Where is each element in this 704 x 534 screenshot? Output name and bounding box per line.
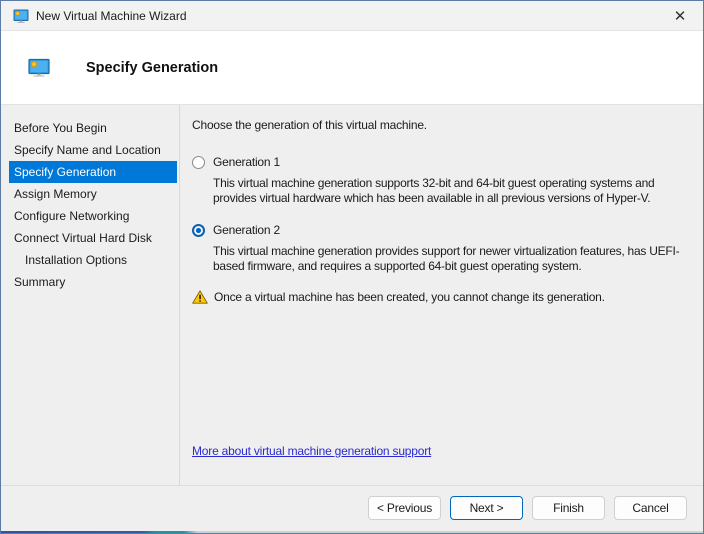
sidebar-item-configure-networking[interactable]: Configure Networking [9, 205, 177, 227]
wizard-steps-sidebar: Before You Begin Specify Name and Locati… [1, 105, 180, 485]
generation-2-description: This virtual machine generation provides… [213, 244, 680, 273]
warning-triangle-icon [192, 290, 208, 304]
generation-2-label[interactable]: Generation 2 [213, 223, 280, 237]
sidebar-item-before-you-begin[interactable]: Before You Begin [9, 117, 177, 139]
window-title: New Virtual Machine Wizard [36, 8, 187, 23]
wizard-header: Specify Generation [1, 31, 703, 105]
generation-1-label[interactable]: Generation 1 [213, 155, 280, 169]
page-title: Specify Generation [86, 59, 219, 76]
close-icon[interactable]: ✕ [667, 4, 693, 28]
sidebar-item-assign-memory[interactable]: Assign Memory [9, 183, 177, 205]
instruction-text: Choose the generation of this virtual ma… [192, 118, 427, 132]
generation-2-option[interactable]: Generation 2 [192, 223, 693, 237]
sidebar-item-installation-options[interactable]: Installation Options [9, 249, 177, 271]
wizard-window: New Virtual Machine Wizard ✕ Specify Gen… [0, 0, 704, 534]
wizard-footer: < Previous Next > Finish Cancel [1, 485, 703, 533]
title-bar[interactable]: New Virtual Machine Wizard ✕ [1, 1, 703, 31]
warning-note: Once a virtual machine has been created,… [192, 289, 693, 305]
sidebar-item-connect-virtual-hard-disk[interactable]: Connect Virtual Hard Disk [9, 227, 177, 249]
window-bottom-accent [1, 531, 703, 533]
vm-monitor-icon [28, 58, 50, 78]
previous-button[interactable]: < Previous [368, 495, 441, 520]
finish-button[interactable]: Finish [532, 495, 605, 520]
next-button[interactable]: Next > [450, 495, 523, 520]
vm-monitor-icon [13, 8, 29, 24]
sidebar-item-summary[interactable]: Summary [9, 271, 177, 293]
radio-unselected-icon[interactable] [192, 155, 205, 169]
generation-1-description: This virtual machine generation supports… [213, 176, 655, 205]
help-link-row: More about virtual machine generation su… [192, 444, 693, 471]
cancel-button[interactable]: Cancel [614, 495, 687, 520]
page-content: Choose the generation of this virtual ma… [180, 105, 703, 485]
warning-text: Once a virtual machine has been created,… [214, 290, 605, 304]
more-about-generation-link[interactable]: More about virtual machine generation su… [192, 444, 431, 458]
sidebar-item-specify-generation[interactable]: Specify Generation [9, 161, 177, 183]
radio-selected-icon[interactable] [192, 223, 205, 237]
generation-1-option[interactable]: Generation 1 [192, 155, 693, 169]
sidebar-item-specify-name-and-location[interactable]: Specify Name and Location [9, 139, 177, 161]
